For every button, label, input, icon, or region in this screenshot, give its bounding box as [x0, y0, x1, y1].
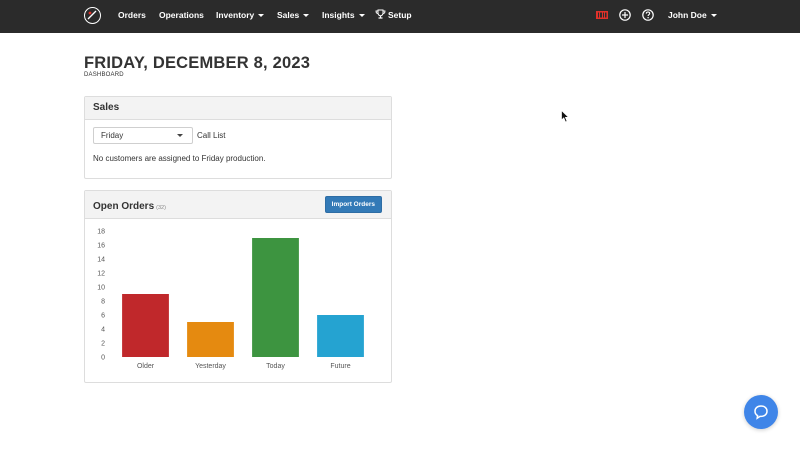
nav-sales-label: Sales — [277, 10, 300, 20]
sales-info-text: No customers are assigned to Friday prod… — [93, 154, 266, 163]
nav-insights[interactable]: Insights — [322, 0, 365, 33]
open-orders-title: Open Orders (32) — [93, 201, 166, 212]
user-name: John Doe — [668, 10, 707, 20]
y-tick-label: 16 — [97, 243, 105, 250]
open-orders-count: (32) — [156, 205, 166, 211]
help-chat-button[interactable] — [744, 395, 778, 429]
y-tick-label: 0 — [101, 355, 105, 362]
y-tick-label: 10 — [97, 285, 105, 292]
chevron-down-icon — [258, 14, 265, 18]
y-tick-label: 18 — [97, 229, 105, 236]
bar-older — [122, 294, 169, 357]
x-tick-label: Future — [330, 363, 350, 370]
chat-bubble-icon — [754, 405, 768, 420]
day-select[interactable]: Friday — [93, 127, 193, 144]
nav-inventory-label: Inventory — [216, 10, 255, 20]
sales-panel: Sales Friday Call List No customers are … — [84, 96, 392, 179]
chevron-down-icon — [177, 134, 183, 137]
logo-icon[interactable] — [84, 7, 101, 24]
nav-orders[interactable]: Orders — [118, 0, 146, 33]
bar-future — [317, 315, 364, 357]
nav-operations[interactable]: Operations — [159, 0, 204, 33]
y-tick-label: 6 — [101, 313, 105, 320]
trophy-icon — [375, 9, 386, 19]
chevron-down-icon — [303, 14, 310, 18]
chevron-down-icon — [358, 14, 365, 18]
nav-inventory[interactable]: Inventory — [216, 0, 265, 33]
sales-panel-title: Sales — [93, 102, 120, 113]
nav-setup[interactable]: Setup — [375, 0, 412, 33]
y-tick-label: 8 — [101, 299, 105, 306]
y-tick-label: 12 — [97, 271, 105, 278]
import-orders-button[interactable]: Import Orders — [324, 196, 382, 213]
open-orders-panel: Open Orders (32) Import Orders 0 2 4 6 8 10 12 1… — [84, 190, 392, 383]
help-circle-icon[interactable] — [642, 9, 654, 21]
bar-yesterday — [187, 322, 234, 357]
open-orders-chart: 0 2 4 6 8 10 12 14 16 18 Older Yesterday Today Future — [97, 229, 364, 370]
x-tick-label: Today — [266, 363, 285, 370]
open-orders-header: Open Orders (32) Import Orders — [85, 191, 391, 219]
nav-operations-label: Operations — [159, 10, 204, 20]
top-navbar: Orders Operations Inventory Sales Insigh… — [0, 0, 800, 33]
nav-setup-label: Setup — [388, 10, 412, 20]
x-tick-label: Yesterday — [195, 363, 226, 370]
nav-sales[interactable]: Sales — [277, 0, 310, 33]
mouse-cursor-icon — [561, 110, 570, 123]
y-tick-label: 2 — [101, 341, 105, 348]
open-orders-title-text: Open Orders — [93, 201, 155, 212]
barcode-scanner-icon[interactable] — [596, 9, 608, 21]
call-list-link[interactable]: Call List — [197, 131, 225, 140]
nav-orders-label: Orders — [118, 10, 146, 20]
x-tick-label: Older — [137, 363, 155, 370]
day-select-value: Friday — [101, 131, 124, 140]
y-tick-label: 14 — [97, 257, 105, 264]
nav-insights-label: Insights — [322, 10, 355, 20]
y-tick-label: 4 — [101, 327, 105, 334]
add-circle-icon[interactable] — [619, 9, 631, 21]
sales-panel-header: Sales — [85, 97, 391, 120]
user-menu[interactable]: John Doe — [668, 0, 717, 33]
chevron-down-icon — [710, 14, 717, 18]
page-subtitle: DASHBOARD — [84, 72, 124, 78]
bar-today — [252, 238, 299, 357]
page-title: FRIDAY, DECEMBER 8, 2023 — [84, 54, 311, 72]
